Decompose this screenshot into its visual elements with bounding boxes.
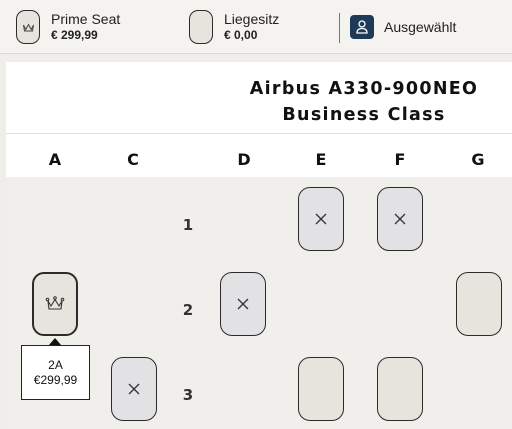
legend-recliner-price: € 0,00 (224, 28, 258, 43)
crown-icon (22, 22, 34, 31)
legend-prime-name: Prime Seat (51, 10, 121, 27)
aircraft-name: Airbus A330-900NEO (249, 79, 479, 99)
close-icon (237, 298, 249, 310)
cabin-class: Business Class (282, 105, 446, 125)
column-label-f: F (394, 150, 406, 169)
seat-1E[interactable] (298, 187, 344, 251)
close-icon (128, 383, 140, 395)
person-icon (356, 20, 368, 34)
legend-divider (339, 13, 340, 43)
legend-prime-price: € 299,99 (51, 28, 98, 43)
seat-3F[interactable] (377, 357, 423, 421)
tooltip-seat-price: €299,99 (33, 373, 78, 387)
seat-legend: Prime Seat € 299,99 Liegesitz € 0,00 Aus… (0, 0, 512, 54)
legend-selected: Ausgewählt (350, 0, 456, 54)
title-divider (6, 133, 512, 134)
seat-tooltip: 2A €299,99 (21, 345, 90, 400)
legend-selected-label: Ausgewählt (384, 19, 457, 35)
legend-recliner: Liegesitz € 0,00 (189, 0, 279, 54)
row-number-3: 3 (182, 386, 194, 404)
close-icon (394, 213, 406, 225)
crown-icon (45, 296, 65, 310)
seat-2D[interactable] (220, 272, 266, 336)
legend-prime-seat-swatch (16, 10, 40, 44)
seat-2G[interactable] (456, 272, 502, 336)
column-label-d: D (237, 150, 251, 169)
seat-2A[interactable] (32, 272, 78, 336)
column-label-c: C (127, 150, 139, 169)
row-number-2: 2 (182, 301, 194, 319)
tooltip-arrow (49, 338, 61, 345)
column-label-g: G (471, 150, 485, 169)
legend-recliner-name: Liegesitz (224, 10, 280, 27)
column-label-a: A (48, 150, 62, 169)
cabin-title: Airbus A330-900NEO Business Class (249, 76, 479, 128)
seat-3E[interactable] (298, 357, 344, 421)
tooltip-seat-id: 2A (48, 358, 63, 372)
row-number-1: 1 (182, 216, 194, 234)
legend-recliner-swatch (189, 10, 213, 44)
column-label-e: E (315, 150, 327, 169)
close-icon (315, 213, 327, 225)
legend-prime-seat: Prime Seat € 299,99 (16, 0, 120, 54)
seat-1F[interactable] (377, 187, 423, 251)
legend-selected-swatch (350, 15, 374, 39)
seat-3C[interactable] (111, 357, 157, 421)
